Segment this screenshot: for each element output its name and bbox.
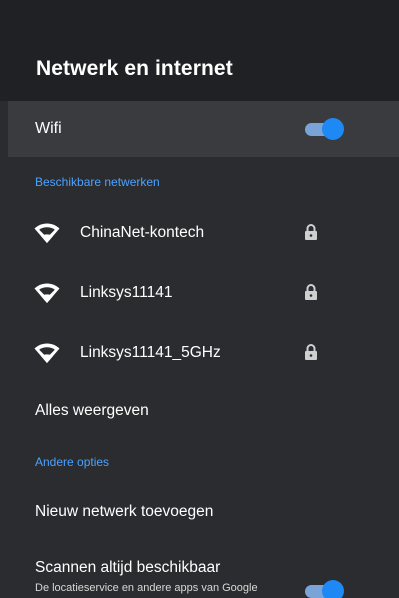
add-network-item[interactable]: Nieuw netwerk toevoegen: [35, 503, 213, 521]
network-item-chinanet-kontech[interactable]: ChinaNet-kontech: [8, 203, 399, 263]
toggle-knob: [322, 580, 344, 598]
wifi-toggle-row[interactable]: Wifi: [8, 101, 399, 157]
show-all-networks[interactable]: Alles weergeven: [35, 402, 149, 420]
network-settings-screen: Netwerk en internet Wifi Beschikbare net…: [0, 0, 399, 598]
section-label-available-networks: Beschikbare netwerken: [35, 175, 160, 189]
wifi-full-icon: [34, 343, 60, 363]
lock-icon: [305, 344, 317, 360]
network-name: ChinaNet-kontech: [80, 224, 205, 241]
wifi-label: Wifi: [35, 120, 62, 137]
network-name: Linksys11141_5GHz: [80, 344, 221, 361]
network-name: Linksys11141: [80, 284, 173, 301]
page-title: Netwerk en internet: [36, 57, 233, 80]
header: Netwerk en internet: [0, 0, 399, 101]
network-item-linksys11141-5ghz[interactable]: Linksys11141_5GHz: [8, 323, 399, 383]
section-label-other-options: Andere opties: [35, 455, 110, 469]
lock-icon: [305, 224, 317, 240]
scan-always-description: De locatieservice en andere apps van Goo…: [35, 582, 258, 594]
wifi-full-icon: [34, 223, 60, 243]
toggle-knob: [322, 118, 344, 140]
lock-icon: [305, 284, 317, 300]
wifi-full-icon: [34, 283, 60, 303]
scan-always-title: Scannen altijd beschikbaar: [35, 559, 221, 576]
scan-always-toggle-switch[interactable]: [305, 580, 344, 598]
wifi-toggle-switch[interactable]: [305, 118, 344, 140]
network-item-linksys11141[interactable]: Linksys11141: [8, 263, 399, 323]
